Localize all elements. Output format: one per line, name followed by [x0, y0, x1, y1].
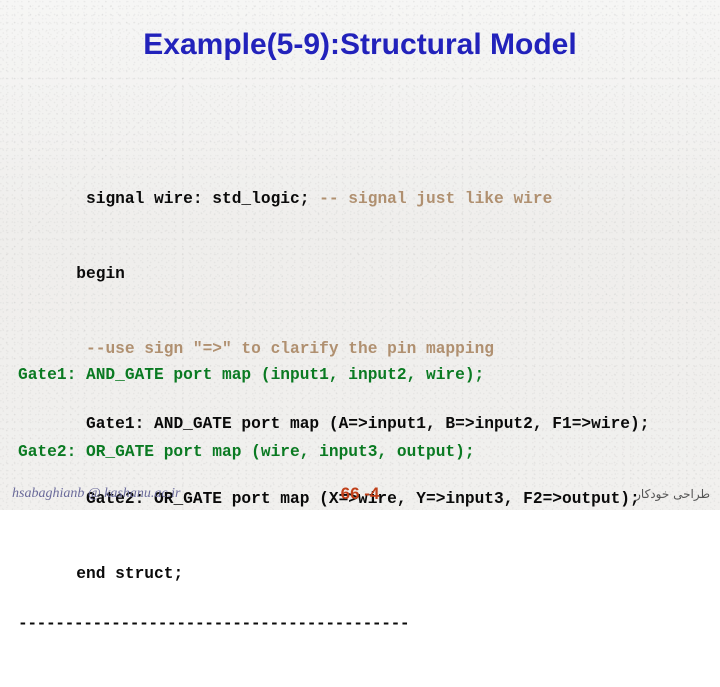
footer-course-label: طراحی خودکار [635, 487, 710, 501]
code-keyword-end-struct: end struct; [76, 565, 184, 583]
code-comment-signal-just-like-wire: -- signal just like wire [319, 190, 553, 208]
code-keyword-begin: begin [76, 265, 125, 283]
code-line-end-struct: end struct; [18, 537, 720, 583]
slide: Example(5-9):Structural Model signal wir… [0, 0, 720, 633]
footer-page-number: 66 -4 [340, 484, 380, 503]
code-line-begin: begin [18, 237, 720, 283]
code-line-gate1-positional: Gate1: AND_GATE port map (input1, input2… [18, 366, 485, 384]
code-line-gate2-positional: Gate2: OR_GATE port map (wire, input3, o… [18, 443, 475, 461]
code-separator-dashed-rule: ----------------------------------------… [18, 615, 410, 633]
code-line-signal: signal wire: std_logic; -- signal just l… [18, 162, 720, 208]
code-text-signal-declaration: signal wire: std_logic; [76, 190, 320, 208]
page-title: Example(5-9):Structural Model [143, 28, 577, 61]
